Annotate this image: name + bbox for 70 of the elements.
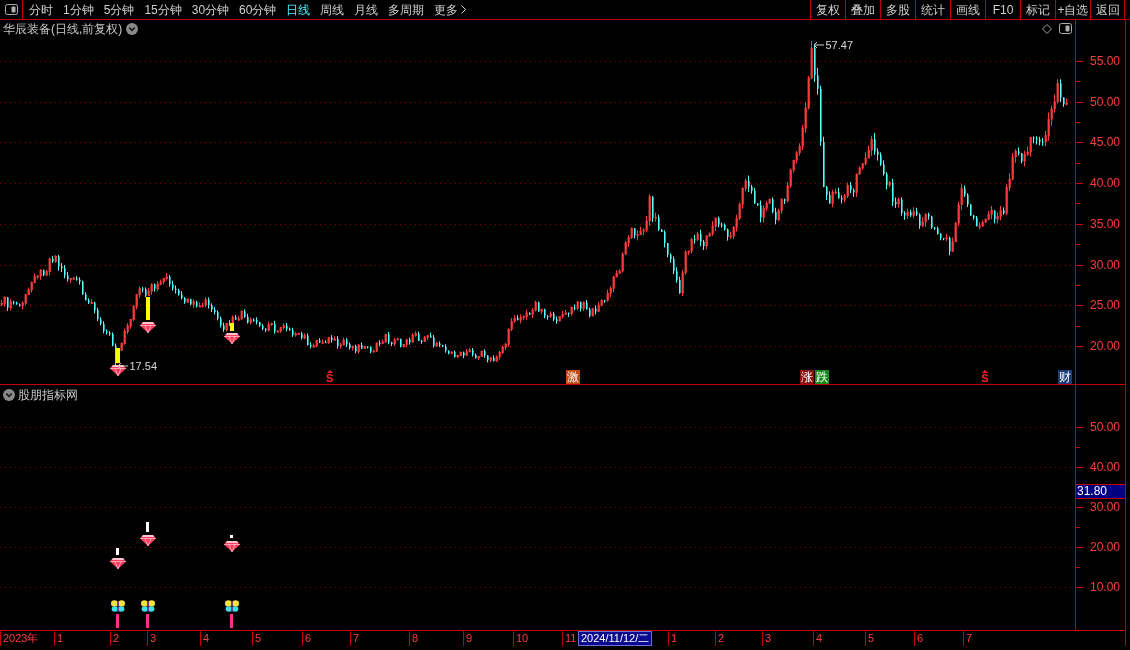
date-axis-label: 11 [562, 631, 578, 646]
date-axis-label: 10 [513, 631, 530, 646]
butterfly-icon [224, 600, 239, 612]
period-tab[interactable]: 月线 [353, 0, 380, 19]
toolbar-button[interactable]: 标记 [1020, 0, 1055, 19]
period-tab[interactable]: 多周期 [387, 0, 426, 19]
period-tab[interactable]: 周线 [319, 0, 346, 19]
axis-label: 20.00 [1090, 338, 1121, 353]
date-axis-label: 1 [54, 631, 65, 646]
date-axis-label: 6 [914, 631, 925, 646]
date-axis-label: 3 [147, 631, 158, 646]
axis-label: 10.00 [1090, 580, 1121, 594]
signal-dash [146, 522, 149, 532]
chart-title: 股朋指标网 [18, 388, 78, 402]
toolbar-button[interactable]: F10 [985, 0, 1020, 19]
toolbar-button[interactable]: 统计 [915, 0, 950, 19]
gem-icon [139, 535, 156, 546]
toolbar-button[interactable]: 返回 [1090, 0, 1125, 19]
date-axis-label: 8 [409, 631, 420, 646]
panel-toggle-icon[interactable] [4, 4, 18, 15]
period-tab[interactable]: 日线 [285, 0, 312, 19]
date-axis-label: 3 [762, 631, 773, 646]
toolbar-button[interactable]: 叠加 [845, 0, 880, 19]
period-tab[interactable]: 1分钟 [62, 0, 95, 19]
toolbar-button[interactable]: 画线 [950, 0, 985, 19]
period-tab[interactable]: 15分钟 [143, 0, 183, 19]
cursor-date-label: 2024/11/12/二 [578, 631, 653, 646]
more-menu-button[interactable]: 更多 [433, 0, 468, 19]
date-axis-label: 2023年 [0, 631, 40, 646]
date-axis-label: 5 [865, 631, 876, 646]
date-axis-label: 6 [302, 631, 313, 646]
date-axis-label: 7 [350, 631, 361, 646]
date-axis-label: 2 [110, 631, 121, 646]
axis-label: 35.00 [1090, 216, 1121, 231]
date-axis-label: 9 [463, 631, 474, 646]
date-axis-label: 4 [813, 631, 824, 646]
axis-label: 50.00 [1090, 420, 1121, 434]
butterfly-icon [140, 600, 155, 612]
toolbar-button[interactable]: +自选 [1055, 0, 1090, 19]
period-tab[interactable]: 5分钟 [102, 0, 136, 19]
axis-label: 20.00 [1090, 540, 1121, 554]
toolbar-button[interactable]: 复权 [810, 0, 845, 19]
axis-label: 30.00 [1090, 500, 1121, 514]
period-tab[interactable]: 分时 [28, 0, 54, 19]
axis-label: 40.00 [1090, 176, 1121, 191]
date-axis-label: 4 [200, 631, 211, 646]
axis-label: 45.00 [1090, 135, 1121, 150]
date-axis-label: 7 [963, 631, 974, 646]
chevron-right-icon [461, 5, 467, 14]
gem-icon [223, 541, 240, 552]
date-axis-label: 1 [668, 631, 679, 646]
toolbar-button[interactable]: 多股 [880, 0, 915, 19]
axis-label: 40.00 [1090, 460, 1121, 474]
cursor-value-label: 31.80 [1076, 484, 1125, 499]
axis-label: 25.00 [1090, 298, 1121, 313]
signal-dash [230, 534, 233, 538]
chevron-down-icon[interactable] [3, 389, 15, 401]
period-tab[interactable]: 60分钟 [238, 0, 278, 19]
signal-stick [116, 614, 119, 628]
axis-label: 55.00 [1090, 54, 1121, 68]
axis-label: 30.00 [1090, 257, 1121, 272]
signal-stick [230, 614, 233, 628]
axis-label: 50.00 [1090, 94, 1121, 109]
butterfly-icon [110, 600, 125, 612]
period-tab[interactable]: 30分钟 [190, 0, 231, 19]
signal-stick [146, 614, 149, 628]
gem-icon [109, 557, 126, 569]
date-axis-label: 2 [715, 631, 726, 646]
date-axis-label: 5 [252, 631, 263, 646]
signal-dash [116, 548, 119, 555]
